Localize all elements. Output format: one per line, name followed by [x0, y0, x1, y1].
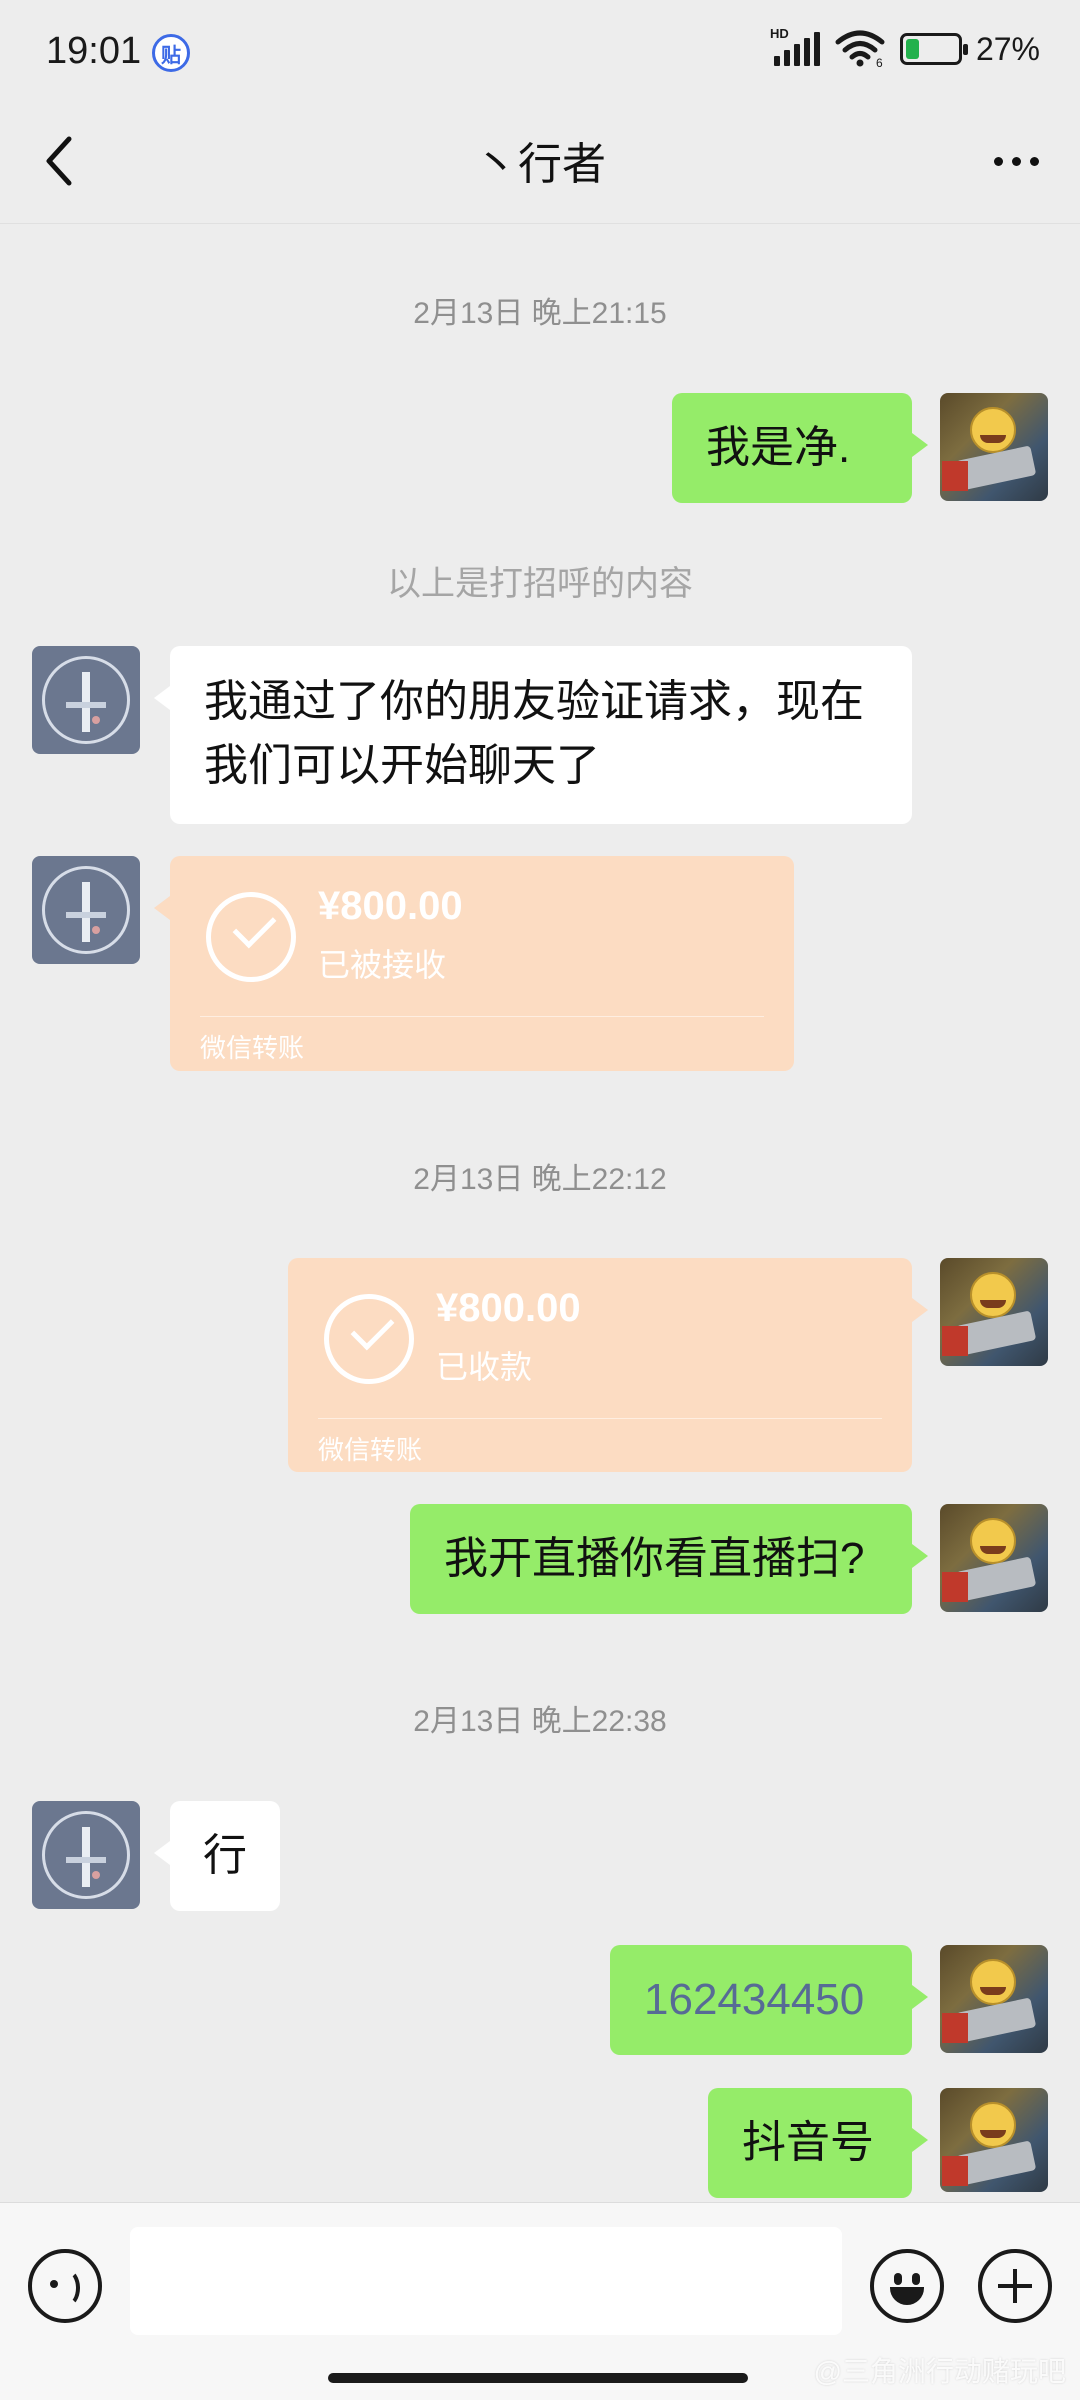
my-avatar[interactable] — [940, 2088, 1048, 2192]
check-circle-icon — [324, 1294, 414, 1384]
more-dots-icon — [993, 156, 1003, 166]
wifi-label: 6 — [876, 56, 883, 68]
plus-icon[interactable] — [978, 2249, 1052, 2323]
timestamp: 2月13日 晚上22:12 — [413, 1163, 667, 1196]
peer-avatar[interactable] — [32, 1801, 140, 1909]
peer-avatar[interactable] — [32, 856, 140, 964]
transfer-label: 微信转账 — [200, 1033, 305, 1063]
hd-label: HD — [769, 26, 789, 41]
status-bar: 19:01 贴 HD 6 27% — [0, 0, 1080, 100]
my-avatar[interactable] — [940, 1945, 1048, 2053]
emoji-icon[interactable] — [870, 2249, 944, 2323]
message-bubble-outgoing[interactable]: 162434450 — [610, 1945, 928, 2055]
transfer-amount: ¥800.00 — [318, 884, 463, 928]
message-text: 我开直播你看直播扫? — [444, 1534, 865, 1583]
message-bubble-outgoing[interactable]: 我是净. — [672, 393, 928, 503]
app-notification-icon: 贴 — [152, 34, 190, 72]
chat-header: 丶行者 — [0, 100, 1080, 224]
home-indicator[interactable] — [328, 2373, 748, 2383]
transfer-status: 已被接收 — [318, 947, 447, 983]
transfer-amount: ¥800.00 — [436, 1286, 581, 1330]
battery-level — [905, 39, 920, 59]
battery-percent: 27% — [975, 30, 1040, 67]
message-text: 抖音号 — [742, 2118, 874, 2167]
battery-charging-icon — [899, 33, 968, 65]
my-avatar[interactable] — [940, 1504, 1048, 1612]
message-bubble-incoming[interactable]: 行 — [154, 1801, 280, 1911]
transfer-divider — [200, 1016, 764, 1017]
system-note: 以上是打招呼的内容 — [387, 565, 693, 603]
message-text: 行 — [203, 1831, 247, 1880]
transfer-divider — [318, 1418, 882, 1419]
message-text-line-2: 我们可以开始聊天了 — [204, 741, 600, 790]
transfer-label: 微信转账 — [318, 1435, 423, 1465]
watermark: @三角洲行动赌玩吧 — [813, 2356, 1066, 2387]
check-circle-icon — [206, 892, 296, 982]
message-bubble-outgoing[interactable]: 抖音号 — [708, 2088, 928, 2198]
timestamp: 2月13日 晚上22:38 — [413, 1705, 667, 1738]
transfer-card-outgoing[interactable]: ¥800.00 已收款 微信转账 — [288, 1258, 928, 1472]
timestamp: 2月13日 晚上21:15 — [413, 297, 667, 330]
chat-title: 丶行者 — [474, 140, 606, 189]
voice-icon[interactable] — [28, 2249, 102, 2323]
signal-icon: HD — [770, 26, 820, 66]
status-indicators: HD 6 27% — [770, 26, 1040, 68]
message-bubble-incoming[interactable]: 我通过了你的朋友验证请求，现在 我们可以开始聊天了 — [154, 646, 912, 824]
status-time: 19:01 — [46, 30, 142, 72]
message-input[interactable] — [130, 2227, 842, 2335]
message-text-line-1: 我通过了你的朋友验证请求，现在 — [204, 677, 864, 726]
phone-number-link[interactable]: 162434450 — [644, 1968, 878, 2032]
peer-avatar[interactable] — [32, 646, 140, 754]
message-text: 我是净. — [706, 423, 851, 472]
wifi-icon: 6 — [835, 30, 885, 68]
more-button[interactable] — [980, 136, 1052, 186]
transfer-status: 已收款 — [436, 1349, 533, 1385]
chat-screen: 19:01 贴 HD 6 27% 丶行者 2月13日 晚上21:15 我是净. … — [0, 0, 1080, 2400]
my-avatar[interactable] — [940, 1258, 1048, 1366]
transfer-card-incoming[interactable]: ¥800.00 已被接收 微信转账 — [154, 856, 794, 1071]
message-bubble-outgoing[interactable]: 我开直播你看直播扫? — [410, 1504, 928, 1614]
my-avatar[interactable] — [940, 393, 1048, 501]
